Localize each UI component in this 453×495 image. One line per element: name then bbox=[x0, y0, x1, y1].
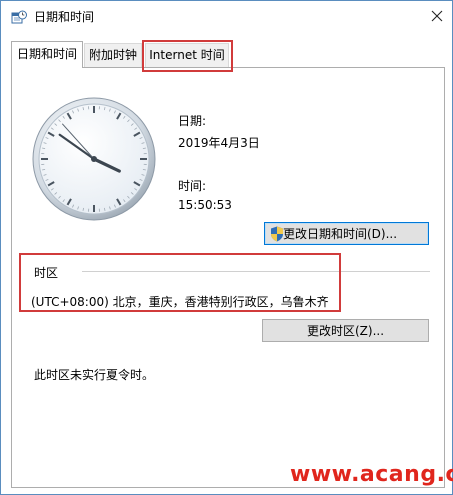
uac-shield-icon bbox=[270, 226, 284, 242]
date-value: 2019年4月3日 bbox=[178, 136, 260, 150]
close-icon bbox=[431, 10, 443, 25]
change-timezone-button[interactable]: 更改时区(Z)... bbox=[262, 319, 429, 342]
date-label: 日期: bbox=[178, 114, 207, 128]
tab-date-time[interactable]: 日期和时间 bbox=[11, 41, 83, 68]
tab-panel-date-time: 日期: 2019年4月3日 时间: 15:50:53 更改日期和时间(D)...… bbox=[11, 67, 445, 488]
tab-additional-clocks[interactable]: 附加时钟 bbox=[84, 43, 142, 67]
close-button[interactable] bbox=[423, 4, 451, 30]
time-label: 时间: bbox=[178, 179, 207, 193]
dst-note: 此时区未实行夏令时。 bbox=[34, 368, 155, 382]
date-time-dialog: 日期和时间 日期和时间 附加时钟 Internet 时间 日期: 2019年4月… bbox=[0, 0, 453, 495]
time-value: 15:50:53 bbox=[178, 198, 232, 212]
watermark: www.acang.cn bbox=[290, 462, 453, 487]
timezone-group-label: 时区 bbox=[34, 266, 59, 280]
change-date-time-label: 更改日期和时间(D)... bbox=[283, 227, 398, 241]
tab-strip: 日期和时间 附加时钟 Internet 时间 bbox=[11, 41, 451, 68]
timezone-value: (UTC+08:00) 北京，重庆，香港特别行政区，乌鲁木齐 bbox=[31, 295, 329, 309]
analog-clock bbox=[31, 96, 157, 222]
change-date-time-button[interactable]: 更改日期和时间(D)... bbox=[264, 222, 429, 245]
title-bar: 日期和时间 bbox=[1, 1, 452, 33]
calendar-clock-icon bbox=[11, 10, 27, 26]
window-title: 日期和时间 bbox=[34, 10, 95, 24]
timezone-group-divider bbox=[82, 271, 430, 272]
tab-internet-time[interactable]: Internet 时间 bbox=[145, 43, 229, 67]
